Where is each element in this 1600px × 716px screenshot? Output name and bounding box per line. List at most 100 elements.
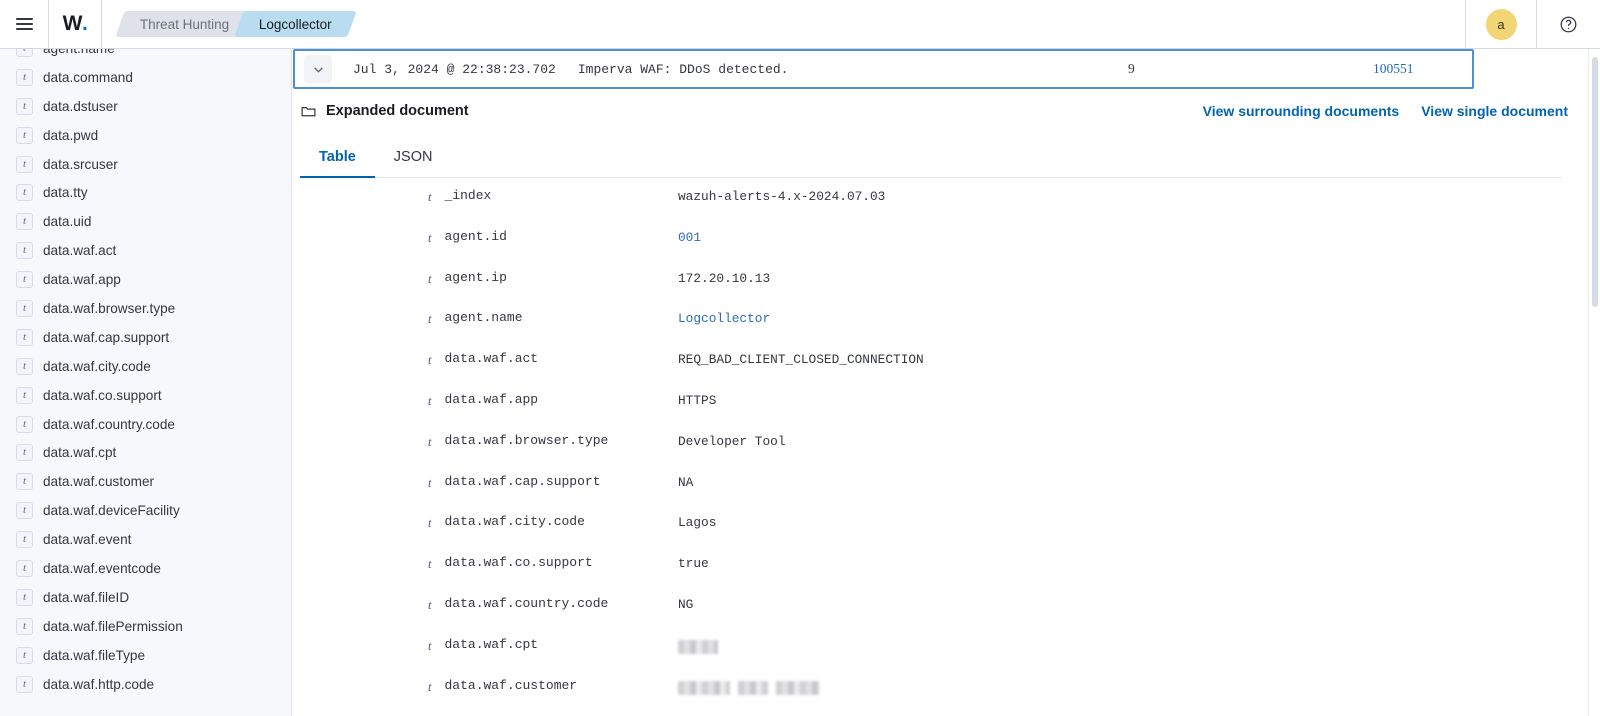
sidebar-scrollbar[interactable] [285,49,290,716]
field-value-cell[interactable]: 001 [678,219,701,245]
view-single-document-link[interactable]: View single document [1421,103,1568,119]
sidebar-field-item[interactable]: t data.waf.city.code [0,352,291,381]
table-row[interactable]: t data.waf.customer [292,668,1570,709]
field-type-badge: t [16,213,33,231]
avatar: a [1485,8,1517,40]
document-view-tabs: Table JSON [300,135,1562,178]
sidebar-field-item[interactable]: t data.waf.browser.type [0,294,291,323]
sidebar-field-label: data.waf.cap.support [43,329,170,345]
expanded-document-header: Expanded document View surrounding docum… [300,94,1570,128]
sidebar-field-item[interactable]: t data.command [0,63,291,92]
breadcrumb-item-logcollector[interactable]: Logcollector [234,11,357,37]
field-name-cell: t data.waf.act [292,341,678,367]
sidebar-field-item[interactable]: t data.waf.act [0,236,291,265]
expanded-document-actions: View surrounding documents View single d… [1203,103,1570,119]
table-row[interactable]: t data.waf.app HTTPS [292,382,1570,423]
breadcrumb-item-threat-hunting[interactable]: Threat Hunting [115,11,255,37]
field-type-badge: t [428,516,432,531]
field-name-label: data.waf.co.support [444,555,593,571]
document-id[interactable]: 100551 [1373,61,1414,77]
sidebar-field-item[interactable]: t data.pwd [0,121,291,150]
field-type-badge: t [16,588,33,606]
sidebar-field-item[interactable]: t data.waf.cpt [0,438,291,467]
field-name-cell: t data.waf.app [292,382,678,408]
sidebar-field-item[interactable]: t data.srcuser [0,150,291,179]
table-row[interactable]: t data.waf.act REQ_BAD_CLIENT_CLOSED_CONNE… [292,341,1570,382]
field-value-cell[interactable]: Logcollector [678,300,770,326]
selected-document-row[interactable]: Jul 3, 2024 @ 22:38:23.702 Imperva WAF: … [293,49,1474,89]
help-button[interactable] [1537,0,1600,49]
sidebar-field-item[interactable]: t data.waf.event [0,525,291,554]
sidebar-field-label: data.srcuser [43,156,118,172]
field-type-badge: t [16,328,33,346]
field-name-label: data.waf.cpt [444,636,539,652]
field-type-badge: t [16,646,33,664]
view-surrounding-documents-link[interactable]: View surrounding documents [1203,103,1400,119]
table-row[interactable]: t data.waf.cap.support NA [292,464,1570,505]
sidebar-field-item[interactable]: t data.waf.country.code [0,410,291,439]
table-row[interactable]: t agent.name Logcollector [292,300,1570,341]
tab-table[interactable]: Table [300,135,375,178]
field-name-cell: t data.waf.browser.type [292,423,678,449]
field-name-label: data.waf.customer [444,677,578,693]
table-row[interactable]: t data.waf.cpt [292,627,1570,668]
field-name-label: data.waf.cap.support [444,473,601,489]
sidebar-field-label: data.pwd [43,127,99,143]
sidebar-field-item[interactable]: t data.tty [0,178,291,207]
sidebar-field-item[interactable]: t data.waf.co.support [0,381,291,410]
table-row[interactable]: t agent.id 001 [292,219,1570,260]
sidebar-field-item[interactable]: t data.waf.customer [0,467,291,496]
table-row[interactable]: t agent.ip 172.20.10.13 [292,260,1570,301]
scrollbar-thumb[interactable] [1592,57,1598,307]
field-name-cell: t data.waf.co.support [292,545,678,571]
breadcrumb-label: Logcollector [259,16,333,32]
avatar-initial: a [1497,16,1505,32]
field-type-badge: t [428,393,432,408]
top-navigation-bar: W. Threat Hunting Logcollector a [0,0,1600,49]
field-name-cell: t _index [292,178,678,204]
field-type-badge: t [16,444,33,462]
table-row[interactable]: t data.waf.city.code Lagos [292,504,1570,545]
sidebar-field-label: data.uid [43,214,92,230]
field-type-badge: t [428,638,432,653]
table-row[interactable]: t _index wazuh-alerts-4.x-2024.07.03 [292,178,1570,219]
sidebar-field-item[interactable]: t data.waf.app [0,265,291,294]
sidebar-field-item[interactable]: t data.waf.deviceFacility [0,496,291,525]
field-value-cell: Lagos [678,515,717,531]
sidebar-field-label: data.waf.fileID [43,589,130,605]
sidebar-field-item[interactable]: t agent.name [0,49,291,63]
sidebar-field-item[interactable]: t data.waf.fileID [0,583,291,612]
sidebar-field-item[interactable]: t data.uid [0,207,291,236]
sidebar-field-item[interactable]: t data.dstuser [0,92,291,121]
sidebar-field-item[interactable]: t data.waf.http.code [0,670,291,699]
sidebar-field-item[interactable]: t data.waf.cap.support [0,323,291,352]
redaction-block [678,639,718,654]
table-row[interactable]: t data.waf.browser.type Developer Tool [292,423,1570,464]
tab-json[interactable]: JSON [375,135,452,178]
field-type-badge: t [16,184,33,202]
wazuh-logo[interactable]: W. [49,0,101,49]
table-row[interactable]: t data.waf.co.support true [292,545,1570,586]
field-name-cell: t data.waf.country.code [292,586,678,612]
menu-toggle-button[interactable] [0,0,48,49]
sidebar-field-item[interactable]: t data.waf.eventcode [0,554,291,583]
table-row[interactable]: t data.waf.country.code NG [292,586,1570,627]
redacted-value [678,639,718,654]
field-value-cell: true [678,556,709,572]
field-type-badge: t [16,531,33,549]
sidebar-field-label: data.waf.co.support [43,387,162,403]
sidebar-field-label: data.waf.fileType [43,647,146,663]
user-menu-button[interactable]: a [1466,0,1536,49]
available-fields-sidebar[interactable]: tagent.nametdata.commandtdata.dstusertda… [0,49,292,716]
sidebar-field-item[interactable]: t data.waf.filePermission [0,612,291,641]
field-type-badge: t [428,597,432,612]
field-name-label: data.waf.browser.type [444,432,609,448]
expand-row-button[interactable] [304,55,332,83]
sidebar-field-item[interactable]: t data.waf.fileType [0,641,291,670]
field-name-label: data.waf.country.code [444,595,609,611]
field-type-badge: t [16,271,33,289]
breadcrumb-label: Threat Hunting [140,16,230,32]
main-scrollbar[interactable] [1588,49,1600,716]
field-type-badge: t [16,242,33,260]
field-type-badge: t [428,434,432,449]
